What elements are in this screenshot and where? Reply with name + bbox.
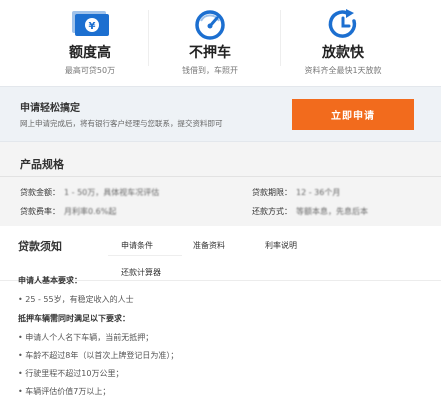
spec-label: 贷款费率： (20, 207, 60, 216)
product-spec-section: 产品规格 贷款金额： 1 - 50万，具体视车况评估 贷款期限： 12 - 36个月… (0, 146, 441, 226)
spec-label: 还款方式： (252, 207, 292, 216)
feature-fast-loan: 放款快 资料齐全最快1天放款 (283, 8, 403, 76)
spec-label: 贷款期限： (252, 188, 292, 197)
spec-loan-amount: 贷款金额： 1 - 50万，具体视车况评估 (20, 187, 159, 198)
loan-notice-section: 贷款须知 申请条件 准备资料 利率说明 还款计算器 申请人基本要求： • 25 … (0, 226, 441, 400)
spec-label: 贷款金额： (20, 188, 60, 197)
feature-high-limit: ¥ 额度高 最高可贷50万 (30, 8, 150, 76)
apply-now-button[interactable]: 立即申请 (292, 99, 414, 130)
list-item: • 25 - 55岁，有稳定收入的人士 (18, 295, 134, 304)
feature-divider (280, 10, 281, 66)
spec-value: 等额本息，先息后本 (296, 207, 368, 216)
feature-title: 不押车 (189, 45, 231, 61)
list-item: • 行驶里程不超过10万公里； (18, 369, 124, 378)
spec-value: 月利率0.6%起 (64, 207, 117, 216)
tab-calculator[interactable]: 还款计算器 (121, 267, 161, 278)
apply-banner: 申请轻松搞定 网上申请完成后，将有银行客户经理与您联系，提交资料即可 立即申请 (0, 86, 441, 142)
speedometer-icon (195, 10, 225, 40)
feature-no-pledge: 不押车 钱借到，车照开 (150, 8, 270, 76)
spec-repayment: 还款方式： 等额本息，先息后本 (252, 206, 368, 217)
list-item: • 车龄不超过8年（以首次上牌登记日为准）； (18, 351, 179, 360)
basic-requirements-heading: 申请人基本要求： (18, 276, 82, 285)
spec-loan-rate: 贷款费率： 月利率0.6%起 (20, 206, 116, 217)
list-item: • 申请人个人名下车辆，当前无抵押； (18, 333, 154, 342)
tab-divider (108, 255, 182, 256)
clock-icon (328, 9, 357, 38)
feature-title: 放款快 (322, 45, 364, 61)
money-icon: ¥ (72, 11, 109, 36)
tab-conditions[interactable]: 申请条件 (121, 240, 153, 251)
feature-bar: ¥ 额度高 最高可贷50万 不押车 钱借到，车照开 放款快 资料齐全最快1天放款 (0, 0, 441, 86)
notice-tabs: 申请条件 准备资料 利率说明 还款计算器 (108, 230, 438, 282)
feature-subtitle: 钱借到，车照开 (182, 66, 238, 75)
tab-rate[interactable]: 利率说明 (265, 240, 297, 251)
spec-value: 12 - 36个月 (296, 188, 341, 197)
apply-subtitle: 网上申请完成后，将有银行客户经理与您联系，提交资料即可 (20, 119, 223, 128)
feature-title: 额度高 (69, 45, 111, 61)
apply-title: 申请轻松搞定 (20, 103, 80, 114)
section-title: 贷款须知 (18, 240, 62, 253)
feature-subtitle: 最高可贷50万 (64, 66, 116, 75)
tab-documents[interactable]: 准备资料 (193, 240, 225, 251)
feature-divider (148, 10, 149, 66)
divider (0, 176, 441, 177)
list-item: • 车辆评估价值7万以上； (18, 387, 111, 396)
car-requirements-heading: 抵押车辆需同时满足以下要求： (18, 314, 130, 323)
section-title: 产品规格 (20, 158, 64, 171)
spec-loan-term: 贷款期限： 12 - 36个月 (252, 187, 340, 198)
spec-value: 1 - 50万，具体视车况评估 (64, 188, 160, 197)
feature-subtitle: 资料齐全最快1天放款 (304, 66, 382, 75)
svg-text:¥: ¥ (89, 21, 96, 32)
